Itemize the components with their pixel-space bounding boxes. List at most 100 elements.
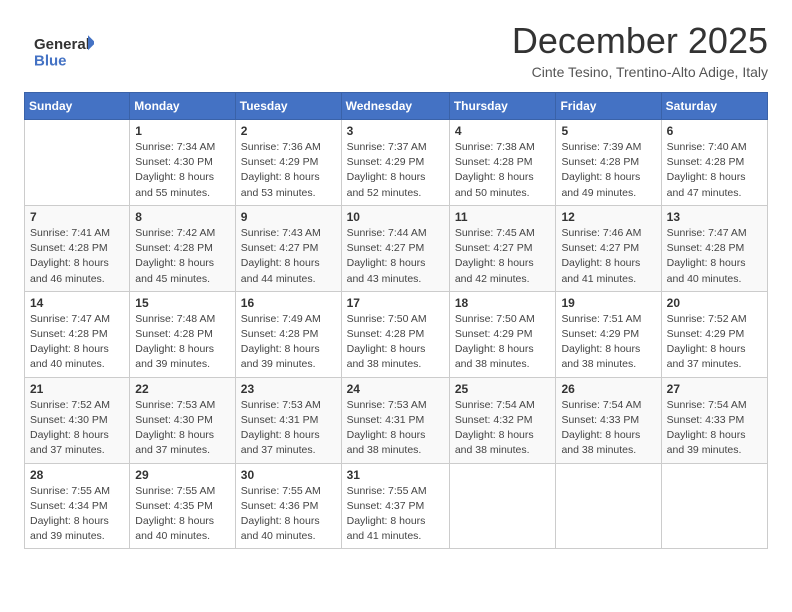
logo: General Blue — [24, 26, 108, 76]
day-info: Sunrise: 7:39 AMSunset: 4:28 PMDaylight:… — [561, 140, 655, 201]
day-info: Sunrise: 7:47 AMSunset: 4:28 PMDaylight:… — [30, 312, 124, 373]
day-info: Sunrise: 7:54 AMSunset: 4:33 PMDaylight:… — [561, 398, 655, 459]
day-number: 5 — [561, 124, 655, 138]
calendar-cell: 20 Sunrise: 7:52 AMSunset: 4:29 PMDayligh… — [661, 291, 767, 377]
day-info: Sunrise: 7:52 AMSunset: 4:30 PMDaylight:… — [30, 398, 124, 459]
day-info: Sunrise: 7:46 AMSunset: 4:27 PMDaylight:… — [561, 226, 655, 287]
day-number: 2 — [241, 124, 336, 138]
location-subtitle: Cinte Tesino, Trentino-Alto Adige, Italy — [512, 64, 768, 80]
svg-text:General: General — [34, 36, 90, 53]
day-number: 13 — [667, 210, 762, 224]
calendar-cell: 27 Sunrise: 7:54 AMSunset: 4:33 PMDayligh… — [661, 377, 767, 463]
calendar-cell: 4 Sunrise: 7:38 AMSunset: 4:28 PMDaylight… — [449, 120, 556, 206]
day-number: 14 — [30, 296, 124, 310]
calendar-cell: 18Sunrise: 7:50 AMSunset: 4:29 PMDayligh… — [449, 291, 556, 377]
calendar-cell: 13 Sunrise: 7:47 AMSunset: 4:28 PMDayligh… — [661, 205, 767, 291]
day-number: 19 — [561, 296, 655, 310]
day-number: 8 — [135, 210, 230, 224]
day-info: Sunrise: 7:38 AMSunset: 4:28 PMDaylight:… — [455, 140, 551, 201]
day-number: 12 — [561, 210, 655, 224]
calendar-cell: 5 Sunrise: 7:39 AMSunset: 4:28 PMDaylight… — [556, 120, 661, 206]
header-thursday: Thursday — [449, 93, 556, 120]
calendar-cell: 22Sunrise: 7:53 AMSunset: 4:30 PMDayligh… — [130, 377, 236, 463]
calendar-cell: 26 Sunrise: 7:54 AMSunset: 4:33 PMDayligh… — [556, 377, 661, 463]
week-row-5: 28 Sunrise: 7:55 AMSunset: 4:34 PMDayligh… — [25, 463, 768, 549]
day-number: 10 — [347, 210, 444, 224]
day-number: 24 — [347, 382, 444, 396]
day-info: Sunrise: 7:50 AMSunset: 4:29 PMDaylight:… — [455, 312, 551, 373]
day-info: Sunrise: 7:54 AMSunset: 4:32 PMDaylight:… — [455, 398, 551, 459]
calendar-cell: 17Sunrise: 7:50 AMSunset: 4:28 PMDayligh… — [341, 291, 449, 377]
day-info: Sunrise: 7:55 AMSunset: 4:37 PMDaylight:… — [347, 484, 444, 545]
day-info: Sunrise: 7:44 AMSunset: 4:27 PMDaylight:… — [347, 226, 444, 287]
day-info: Sunrise: 7:51 AMSunset: 4:29 PMDaylight:… — [561, 312, 655, 373]
calendar-cell: 29 Sunrise: 7:55 AMSunset: 4:35 PMDayligh… — [130, 463, 236, 549]
day-number: 17 — [347, 296, 444, 310]
calendar-cell: 15Sunrise: 7:48 AMSunset: 4:28 PMDayligh… — [130, 291, 236, 377]
day-info: Sunrise: 7:47 AMSunset: 4:28 PMDaylight:… — [667, 226, 762, 287]
calendar-cell: 31 Sunrise: 7:55 AMSunset: 4:37 PMDayligh… — [341, 463, 449, 549]
calendar-table: SundayMondayTuesdayWednesdayThursdayFrid… — [24, 92, 768, 549]
calendar-cell: 14 Sunrise: 7:47 AMSunset: 4:28 PMDayligh… — [25, 291, 130, 377]
week-row-3: 14 Sunrise: 7:47 AMSunset: 4:28 PMDayligh… — [25, 291, 768, 377]
header-sunday: Sunday — [25, 93, 130, 120]
page-header: General Blue December 2025 Cinte Tesino,… — [24, 20, 768, 80]
day-number: 25 — [455, 382, 551, 396]
day-info: Sunrise: 7:53 AMSunset: 4:31 PMDaylight:… — [347, 398, 444, 459]
calendar-cell: 3 Sunrise: 7:37 AMSunset: 4:29 PMDaylight… — [341, 120, 449, 206]
calendar-cell — [25, 120, 130, 206]
week-row-1: 1 Sunrise: 7:34 AMSunset: 4:30 PMDaylight… — [25, 120, 768, 206]
calendar-cell — [661, 463, 767, 549]
calendar-cell: 9Sunrise: 7:43 AMSunset: 4:27 PMDaylight… — [235, 205, 341, 291]
weekday-header-row: SundayMondayTuesdayWednesdayThursdayFrid… — [25, 93, 768, 120]
day-number: 31 — [347, 468, 444, 482]
day-number: 6 — [667, 124, 762, 138]
day-info: Sunrise: 7:34 AMSunset: 4:30 PMDaylight:… — [135, 140, 230, 201]
day-number: 15 — [135, 296, 230, 310]
calendar-cell: 30Sunrise: 7:55 AMSunset: 4:36 PMDayligh… — [235, 463, 341, 549]
title-area: December 2025 Cinte Tesino, Trentino-Alt… — [512, 20, 768, 80]
calendar-cell: 23Sunrise: 7:53 AMSunset: 4:31 PMDayligh… — [235, 377, 341, 463]
day-number: 30 — [241, 468, 336, 482]
day-number: 29 — [135, 468, 230, 482]
day-info: Sunrise: 7:37 AMSunset: 4:29 PMDaylight:… — [347, 140, 444, 201]
day-number: 23 — [241, 382, 336, 396]
day-info: Sunrise: 7:49 AMSunset: 4:28 PMDaylight:… — [241, 312, 336, 373]
day-number: 11 — [455, 210, 551, 224]
calendar-cell: 8Sunrise: 7:42 AMSunset: 4:28 PMDaylight… — [130, 205, 236, 291]
day-number: 21 — [30, 382, 124, 396]
header-tuesday: Tuesday — [235, 93, 341, 120]
logo-icon: General Blue — [24, 26, 104, 76]
calendar-cell: 11Sunrise: 7:45 AMSunset: 4:27 PMDayligh… — [449, 205, 556, 291]
week-row-4: 21 Sunrise: 7:52 AMSunset: 4:30 PMDayligh… — [25, 377, 768, 463]
day-number: 4 — [455, 124, 551, 138]
day-info: Sunrise: 7:55 AMSunset: 4:34 PMDaylight:… — [30, 484, 124, 545]
day-number: 1 — [135, 124, 230, 138]
day-info: Sunrise: 7:55 AMSunset: 4:35 PMDaylight:… — [135, 484, 230, 545]
calendar-cell: 28 Sunrise: 7:55 AMSunset: 4:34 PMDayligh… — [25, 463, 130, 549]
day-number: 3 — [347, 124, 444, 138]
day-number: 26 — [561, 382, 655, 396]
calendar-cell: 10 Sunrise: 7:44 AMSunset: 4:27 PMDayligh… — [341, 205, 449, 291]
svg-text:Blue: Blue — [34, 52, 67, 69]
calendar-cell — [556, 463, 661, 549]
day-number: 28 — [30, 468, 124, 482]
day-info: Sunrise: 7:41 AMSunset: 4:28 PMDaylight:… — [30, 226, 124, 287]
header-monday: Monday — [130, 93, 236, 120]
header-friday: Friday — [556, 93, 661, 120]
day-info: Sunrise: 7:52 AMSunset: 4:29 PMDaylight:… — [667, 312, 762, 373]
day-number: 20 — [667, 296, 762, 310]
calendar-cell: 21 Sunrise: 7:52 AMSunset: 4:30 PMDayligh… — [25, 377, 130, 463]
day-number: 22 — [135, 382, 230, 396]
header-wednesday: Wednesday — [341, 93, 449, 120]
calendar-cell: 25 Sunrise: 7:54 AMSunset: 4:32 PMDayligh… — [449, 377, 556, 463]
day-number: 16 — [241, 296, 336, 310]
calendar-cell: 12 Sunrise: 7:46 AMSunset: 4:27 PMDayligh… — [556, 205, 661, 291]
day-number: 7 — [30, 210, 124, 224]
calendar-cell — [449, 463, 556, 549]
day-info: Sunrise: 7:36 AMSunset: 4:29 PMDaylight:… — [241, 140, 336, 201]
day-number: 27 — [667, 382, 762, 396]
week-row-2: 7 Sunrise: 7:41 AMSunset: 4:28 PMDaylight… — [25, 205, 768, 291]
day-number: 9 — [241, 210, 336, 224]
day-info: Sunrise: 7:54 AMSunset: 4:33 PMDaylight:… — [667, 398, 762, 459]
